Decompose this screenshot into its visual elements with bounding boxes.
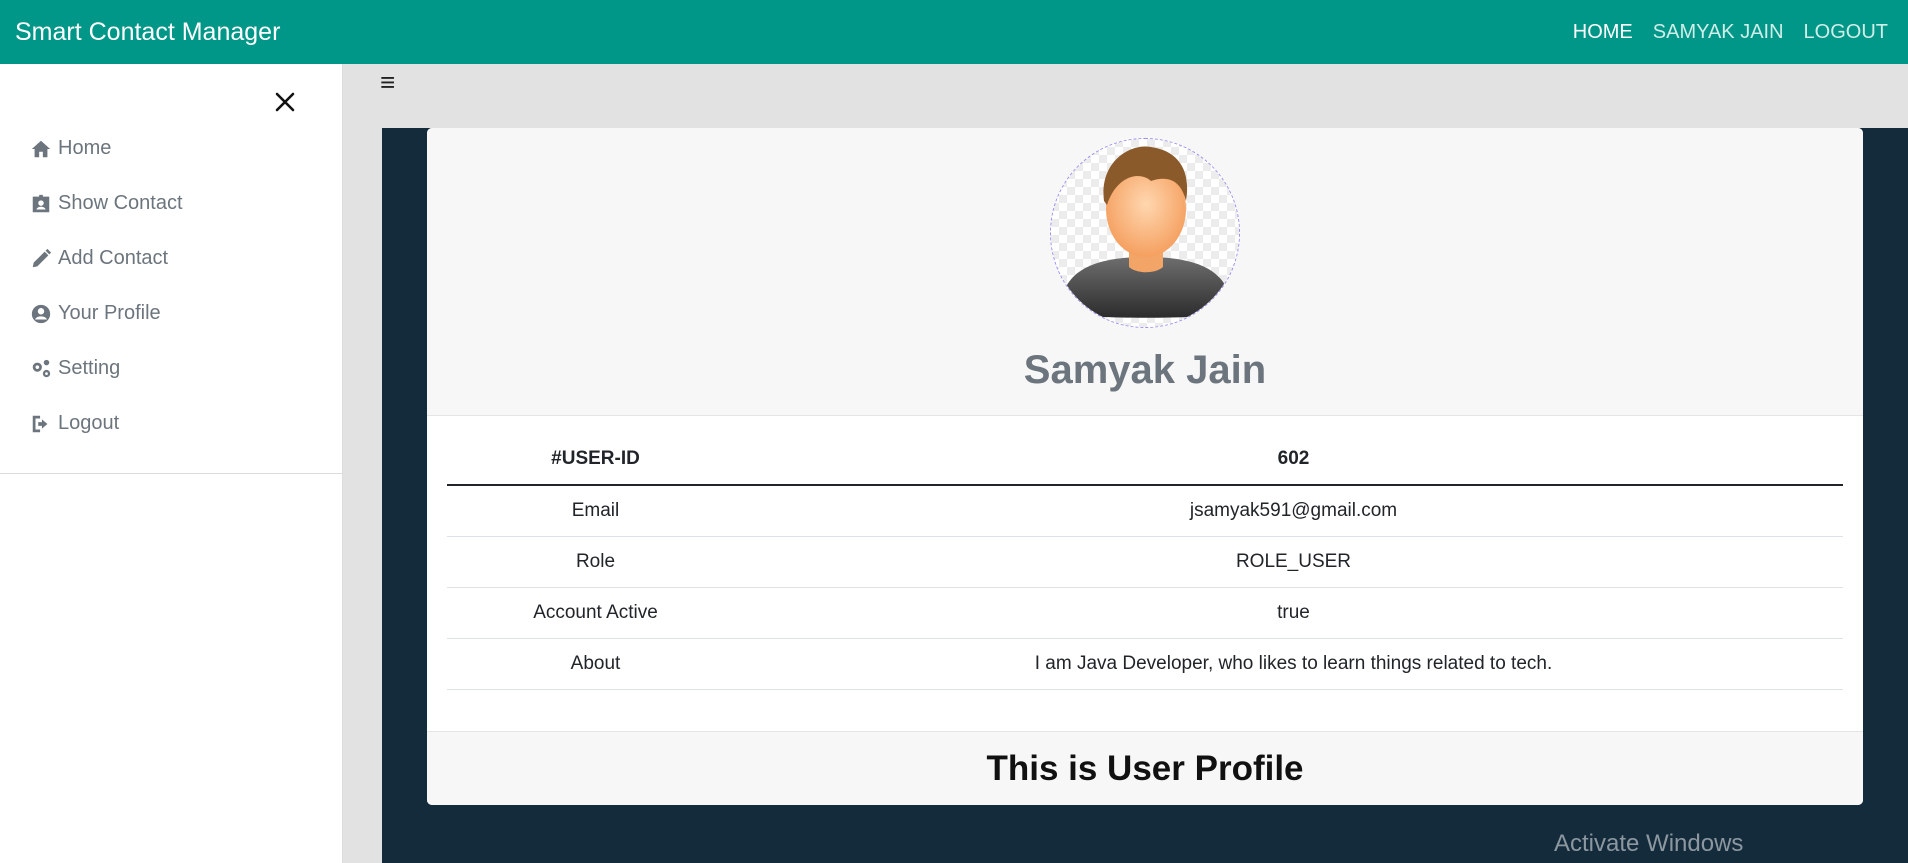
- row-key: Account Active: [447, 587, 744, 639]
- table-header-key: #USER-ID: [447, 434, 744, 486]
- top-navbar: Smart Contact Manager HOME SAMYAK JAIN L…: [0, 0, 1908, 64]
- row-key: Role: [447, 536, 744, 588]
- nav-user-link[interactable]: SAMYAK JAIN: [1653, 21, 1784, 44]
- sidebar-item-home[interactable]: Home: [0, 121, 343, 176]
- avatar: [1050, 138, 1240, 328]
- table-row: Role ROLE_USER: [447, 536, 1843, 588]
- nav-logout-link[interactable]: LOGOUT: [1804, 21, 1888, 44]
- sidebar-item-label: Show Contact: [58, 192, 183, 214]
- contact-card-icon: [32, 194, 50, 212]
- sidebar-item-add-contact[interactable]: Add Contact: [0, 231, 343, 286]
- sidebar-item-label: Home: [58, 137, 112, 159]
- sidebar: Home Show Contact Add Contact Your Profi…: [0, 64, 343, 863]
- sidebar-item-label: Add Contact: [58, 247, 169, 269]
- brand-title[interactable]: Smart Contact Manager: [15, 18, 280, 47]
- row-value: true: [744, 587, 1843, 639]
- table-header-row: #USER-ID 602: [447, 434, 1843, 486]
- nav-links: HOME SAMYAK JAIN LOGOUT: [1573, 21, 1888, 44]
- table-row: Email jsamyak591@gmail.com: [447, 485, 1843, 537]
- close-icon[interactable]: [270, 87, 300, 117]
- user-circle-icon: [31, 304, 51, 323]
- row-value: I am Java Developer, who likes to learn …: [744, 638, 1843, 690]
- profile-name: Samyak Jain: [1023, 348, 1267, 392]
- gears-icon: [32, 359, 51, 377]
- sidebar-item-label: Your Profile: [58, 302, 161, 324]
- hamburger-menu-icon[interactable]: ≡: [380, 69, 402, 95]
- sign-out-icon: [32, 415, 48, 432]
- profile-card: Samyak Jain #USER-ID 602 Email jsamyak59…: [427, 128, 1863, 805]
- table-row: About I am Java Developer, who likes to …: [447, 638, 1843, 690]
- row-key: Email: [447, 485, 744, 537]
- row-key: About: [447, 638, 744, 690]
- row-value: jsamyak591@gmail.com: [744, 485, 1843, 537]
- pencil-icon: [32, 248, 52, 267]
- sidebar-item-show-contact[interactable]: Show Contact: [0, 176, 343, 231]
- activate-windows-watermark: Activate Windows: [1554, 830, 1744, 857]
- sidebar-item-label: Setting: [58, 357, 121, 379]
- sidebar-item-your-profile[interactable]: Your Profile: [0, 286, 343, 341]
- sidebar-menu: Home Show Contact Add Contact Your Profi…: [0, 121, 343, 474]
- sidebar-item-label: Logout: [58, 412, 120, 434]
- row-value: ROLE_USER: [744, 536, 1843, 588]
- home-icon: [31, 140, 51, 157]
- table-row: Account Active true: [447, 587, 1843, 639]
- profile-table: #USER-ID 602 Email jsamyak591@gmail.com …: [447, 434, 1843, 690]
- profile-card-header: Samyak Jain: [427, 128, 1863, 416]
- sidebar-item-logout[interactable]: Logout: [0, 396, 343, 451]
- sidebar-item-setting[interactable]: Setting: [0, 341, 343, 396]
- table-header-value: 602: [744, 434, 1843, 486]
- nav-home-link[interactable]: HOME: [1573, 21, 1633, 44]
- profile-card-footer: This is User Profile: [427, 731, 1863, 805]
